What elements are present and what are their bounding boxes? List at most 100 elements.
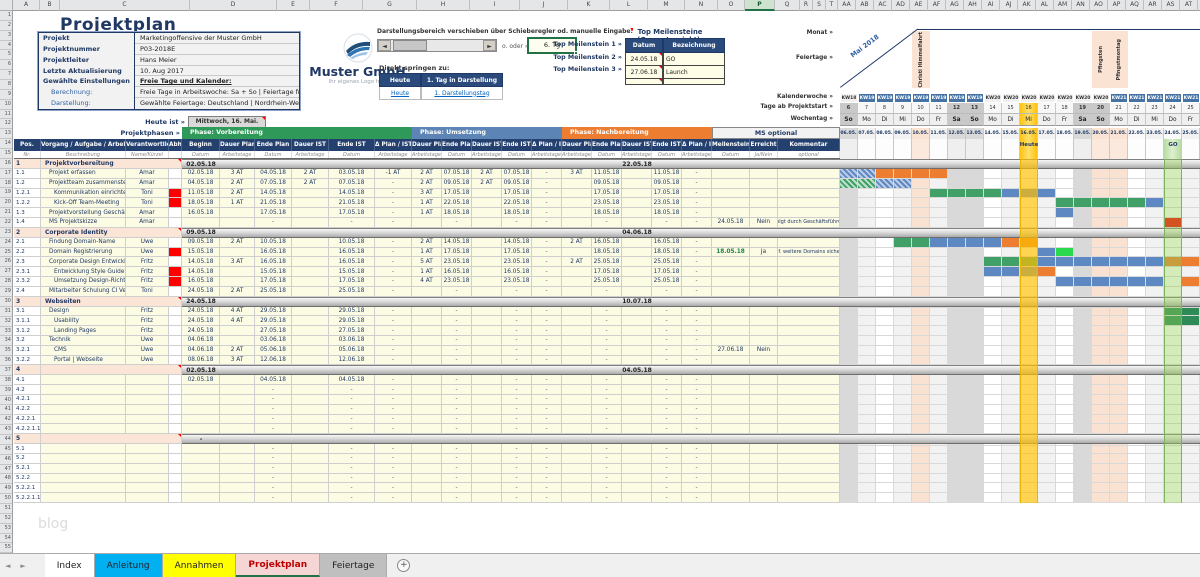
- task-value-cell[interactable]: [292, 326, 329, 336]
- task-dependency[interactable]: [169, 336, 182, 346]
- gantt-cell[interactable]: [1182, 474, 1200, 484]
- task-value-cell[interactable]: -: [502, 307, 532, 317]
- gantt-cell[interactable]: [1146, 346, 1164, 356]
- gantt-cell[interactable]: [1110, 375, 1128, 385]
- gantt-cell[interactable]: [984, 198, 1002, 208]
- row-header-23[interactable]: 23: [0, 228, 12, 238]
- gantt-cell[interactable]: [1002, 277, 1020, 287]
- task-comment[interactable]: [778, 287, 840, 297]
- task-milestone-reached[interactable]: [750, 444, 778, 454]
- task-name[interactable]: [41, 454, 126, 464]
- row-header-32[interactable]: 32: [0, 317, 12, 327]
- task-value-cell[interactable]: -: [502, 405, 532, 415]
- task-value-cell[interactable]: 14.05.18: [255, 189, 292, 199]
- gantt-cell[interactable]: [984, 493, 1002, 503]
- task-milestone-date[interactable]: [712, 287, 750, 297]
- date-cell[interactable]: 17.05.: [1038, 128, 1056, 139]
- date-cell[interactable]: 15.05.: [1002, 128, 1020, 139]
- gantt-cell[interactable]: [876, 257, 894, 267]
- task-value-cell[interactable]: [292, 208, 329, 218]
- day-number-cell[interactable]: 6: [840, 103, 858, 114]
- task-pos[interactable]: 5.2.2: [14, 474, 41, 484]
- task-pos[interactable]: 3.1.1: [14, 316, 41, 326]
- gantt-cell[interactable]: [840, 267, 858, 277]
- gantt-cell[interactable]: [1056, 356, 1074, 366]
- task-milestone-reached[interactable]: [750, 326, 778, 336]
- gantt-cell[interactable]: [1128, 483, 1146, 493]
- gantt-cell[interactable]: [1182, 179, 1200, 189]
- gantt-cell[interactable]: [1038, 375, 1056, 385]
- task-value-cell[interactable]: -: [592, 385, 622, 395]
- gantt-cell[interactable]: [948, 395, 966, 405]
- gantt-cell[interactable]: [1182, 356, 1200, 366]
- gantt-cell[interactable]: [966, 179, 984, 189]
- calendar-week-cell[interactable]: KW20: [1020, 93, 1038, 103]
- task-value-cell[interactable]: -: [532, 444, 562, 454]
- task-value-cell[interactable]: [622, 424, 652, 434]
- task-responsible[interactable]: [126, 424, 169, 434]
- task-dependency[interactable]: [169, 356, 182, 366]
- gantt-cell[interactable]: [948, 316, 966, 326]
- gantt-bar-cell[interactable]: [1056, 248, 1074, 258]
- task-value-cell[interactable]: 07.05.18: [502, 169, 532, 179]
- task-value-cell[interactable]: -: [442, 385, 472, 395]
- task-value-cell[interactable]: [220, 474, 255, 484]
- gantt-cell[interactable]: [1092, 375, 1110, 385]
- gantt-cell[interactable]: [1182, 385, 1200, 395]
- task-value-cell[interactable]: 14.05.18: [182, 257, 220, 267]
- gantt-cell[interactable]: [930, 307, 948, 317]
- task-value-cell[interactable]: 16.05.18: [652, 238, 682, 248]
- gantt-cell[interactable]: [1056, 238, 1074, 248]
- task-value-cell[interactable]: 11.05.18: [592, 169, 622, 179]
- gantt-cell[interactable]: [1129, 307, 1147, 308]
- task-value-cell[interactable]: [292, 287, 329, 297]
- gantt-cell[interactable]: [948, 415, 966, 425]
- row-header-53[interactable]: 53: [0, 524, 12, 534]
- task-comment[interactable]: [778, 346, 840, 356]
- task-value-cell[interactable]: [292, 238, 329, 248]
- task-value-cell[interactable]: -: [682, 316, 712, 326]
- task-pos[interactable]: 3.2.2: [14, 356, 41, 366]
- task-responsible[interactable]: [126, 464, 169, 474]
- gantt-bar-cell[interactable]: [1092, 257, 1110, 267]
- column-header-AH[interactable]: AH: [964, 0, 982, 11]
- gantt-cell[interactable]: [876, 395, 894, 405]
- info-value[interactable]: Hans Meier: [135, 55, 299, 66]
- task-value-cell[interactable]: [472, 238, 502, 248]
- row-header-41[interactable]: 41: [0, 405, 12, 415]
- task-value-cell[interactable]: -: [652, 474, 682, 484]
- task-milestone-date[interactable]: 18.05.18: [712, 248, 750, 258]
- gantt-bar-cell[interactable]: [1110, 198, 1128, 208]
- day-number-cell[interactable]: 15: [1002, 103, 1020, 114]
- gantt-cell[interactable]: [1129, 445, 1147, 446]
- gantt-cell[interactable]: [1003, 307, 1021, 308]
- day-number-cell[interactable]: 10: [912, 103, 930, 114]
- task-dependency[interactable]: [169, 277, 182, 287]
- task-value-cell[interactable]: -: [682, 336, 712, 346]
- info-value[interactable]: Freie Tage und Kalender:: [135, 76, 299, 87]
- gantt-cell[interactable]: [1074, 218, 1092, 228]
- task-milestone-date[interactable]: [712, 169, 750, 179]
- task-value-cell[interactable]: [292, 464, 329, 474]
- gantt-cell[interactable]: [1056, 179, 1074, 189]
- column-header-AJ[interactable]: AJ: [1000, 0, 1018, 11]
- task-value-cell[interactable]: -: [532, 287, 562, 297]
- gantt-cell[interactable]: [1038, 395, 1056, 405]
- gantt-cell[interactable]: [966, 336, 984, 346]
- task-value-cell[interactable]: [412, 287, 442, 297]
- gantt-cell[interactable]: [966, 395, 984, 405]
- task-value-cell[interactable]: 3 AT: [220, 257, 255, 267]
- task-milestone-reached[interactable]: [750, 405, 778, 415]
- task-value-cell[interactable]: 17.05.18: [329, 277, 375, 287]
- gantt-cell[interactable]: [984, 454, 1002, 464]
- gantt-bar-cell[interactable]: [1182, 257, 1200, 267]
- gantt-cell[interactable]: [1182, 444, 1200, 454]
- gantt-cell[interactable]: [840, 493, 858, 503]
- gantt-cell[interactable]: [858, 277, 876, 287]
- task-value-cell[interactable]: -: [682, 356, 712, 366]
- gantt-cell[interactable]: [894, 464, 912, 474]
- gantt-cell[interactable]: [1056, 464, 1074, 474]
- row-header-35[interactable]: 35: [0, 346, 12, 356]
- task-pos[interactable]: 4.1: [14, 375, 41, 385]
- gantt-cell[interactable]: [912, 287, 930, 297]
